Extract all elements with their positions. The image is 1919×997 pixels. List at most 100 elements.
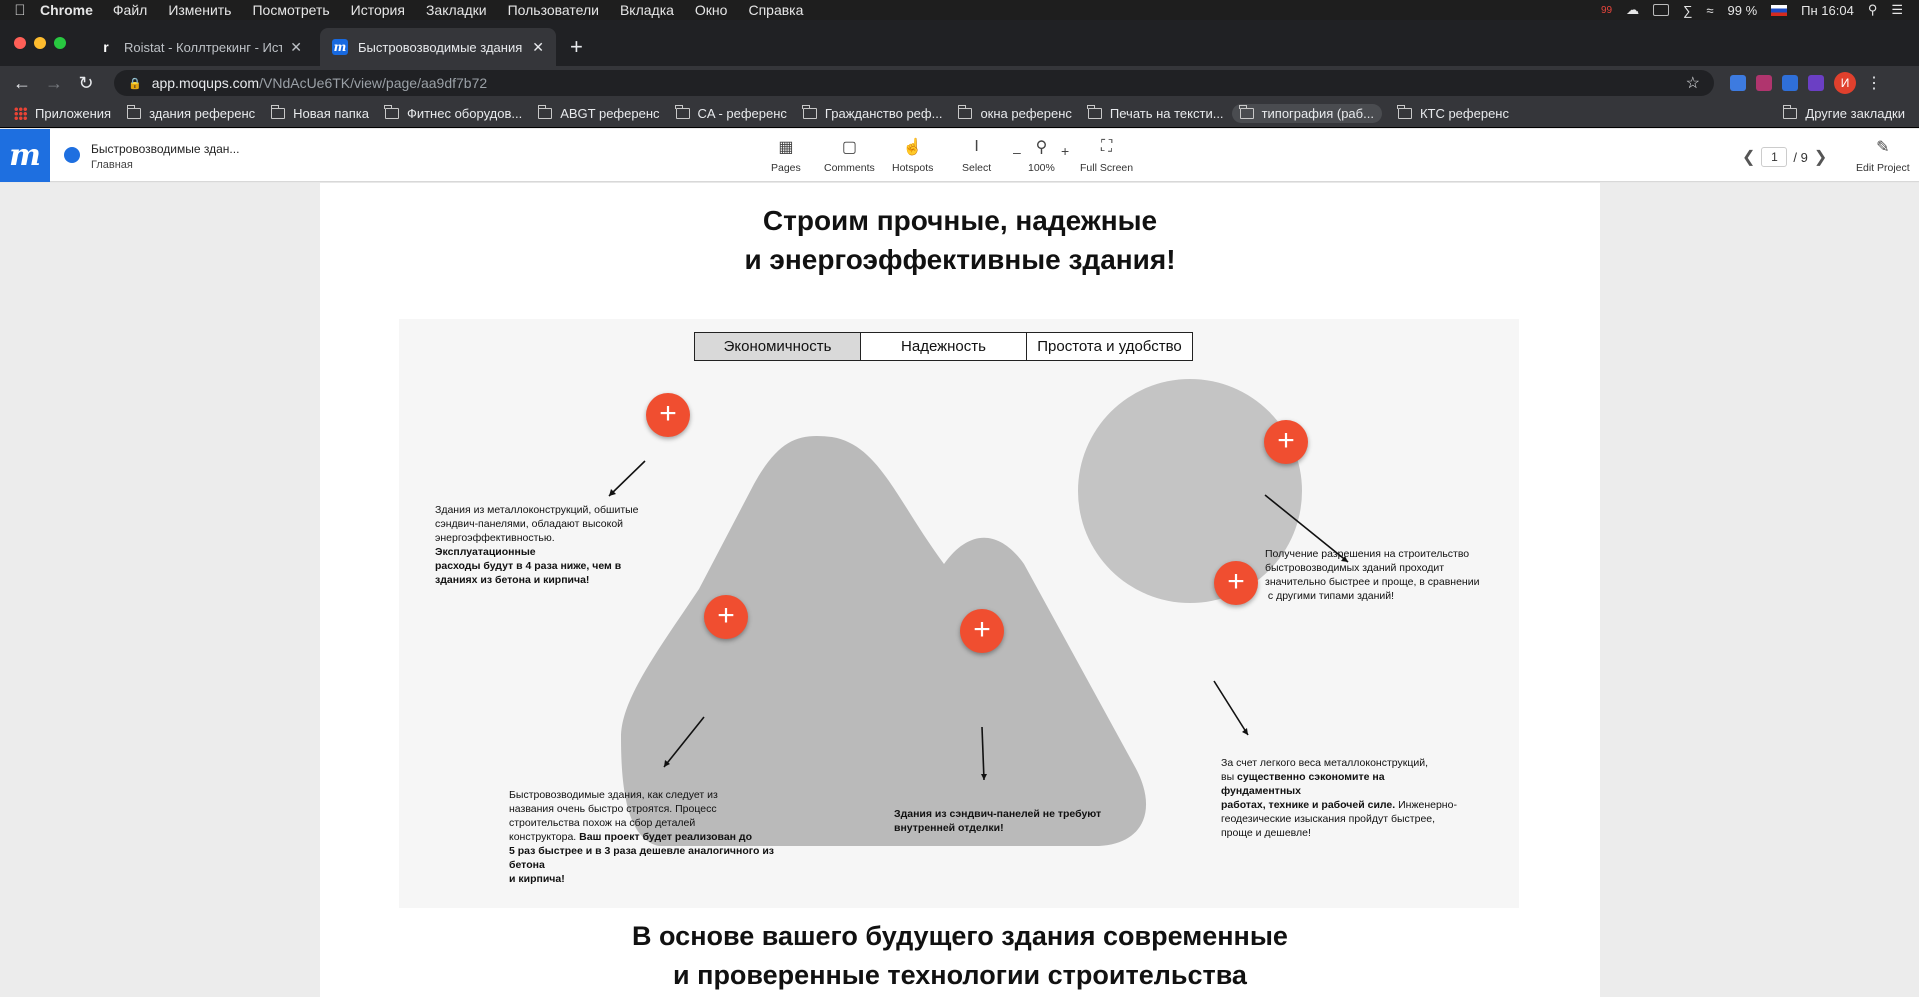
fullscreen-button[interactable]: ⛶ Full Screen <box>1080 137 1133 174</box>
other-bookmarks[interactable]: Другие закладки <box>1782 105 1905 121</box>
menu-history[interactable]: История <box>351 2 405 18</box>
tab-roistat[interactable]: r Roistat - Коллтрекинг - Истор ✕ <box>86 28 314 66</box>
moqups-favicon-icon: m <box>332 39 348 55</box>
roistat-favicon-icon: r <box>103 39 109 55</box>
hotspot-plus-button[interactable]: + <box>1264 420 1308 464</box>
text-line: зданиях из бетона и кирпича! <box>435 574 590 586</box>
feature-text-energy: Здания из металлоконструкций, обшитые сэ… <box>435 503 655 587</box>
extension-grid-icon[interactable] <box>1730 75 1746 91</box>
close-window-icon[interactable] <box>14 37 26 49</box>
zoom-control[interactable]: ⚲ 100% <box>1028 137 1055 174</box>
next-page-icon[interactable]: ❯ <box>1814 147 1827 167</box>
folder-icon <box>957 105 973 119</box>
bookmark-folder[interactable]: ABGT референс <box>537 105 660 121</box>
notification-icon[interactable]: 99 <box>1601 5 1612 16</box>
hotspot-plus-button[interactable]: + <box>646 393 690 437</box>
url-path: /VNdAcUe6TK/view/page/aa9df7b72 <box>259 75 488 91</box>
bookmark-label: ABGT референс <box>560 106 660 121</box>
bookmark-folder[interactable]: типография (раб... <box>1231 104 1382 123</box>
moqups-logo-icon[interactable]: m <box>0 129 50 182</box>
back-icon[interactable]: ← <box>6 73 38 94</box>
text-bold: работах, технике и рабочей силе. <box>1221 799 1396 811</box>
bluetooth-icon[interactable]: ∑ <box>1683 3 1692 18</box>
menu-edit[interactable]: Изменить <box>168 2 231 18</box>
text-line: с другими типами зданий! <box>1265 590 1395 602</box>
zoom-window-icon[interactable] <box>54 37 66 49</box>
menu-window[interactable]: Окно <box>695 2 728 18</box>
bookmark-folder[interactable]: CA - референс <box>675 105 787 121</box>
chrome-menu-icon[interactable]: ⋮ <box>1866 73 1882 93</box>
apple-icon[interactable]:  <box>0 2 40 19</box>
menu-help[interactable]: Справка <box>748 2 803 18</box>
bookmark-folder[interactable]: здания референс <box>126 105 255 121</box>
lock-icon[interactable]: 🔒 <box>128 77 142 90</box>
bookmark-folder[interactable]: КТС референс <box>1397 105 1509 121</box>
clock-label[interactable]: Пн 16:04 <box>1801 3 1854 18</box>
tab-moqups[interactable]: m Быстровозводимые здания (f ✕ <box>320 28 556 66</box>
chrome-tab-strip: r Roistat - Коллтрекинг - Истор ✕ m Быст… <box>0 20 1919 66</box>
mountain-shape <box>621 435 1147 846</box>
airplay-icon[interactable] <box>1653 4 1670 16</box>
close-tab-icon[interactable]: ✕ <box>532 39 544 56</box>
bookmark-folder[interactable]: Печать на тексти... <box>1087 105 1224 121</box>
preview-canvas[interactable]: Строим прочные, надежные и энергоэффекти… <box>0 183 1919 997</box>
menu-bookmarks[interactable]: Закладки <box>426 2 487 18</box>
tab-reliability[interactable]: Надежность <box>860 332 1027 361</box>
folder-icon <box>384 105 399 119</box>
tab-simplicity[interactable]: Простота и удобство <box>1026 332 1193 361</box>
profile-avatar[interactable]: И <box>1834 72 1856 94</box>
zoom-out-icon[interactable]: – <box>1013 144 1021 160</box>
select-button[interactable]: I Select <box>962 137 991 174</box>
menu-tab[interactable]: Вкладка <box>620 2 674 18</box>
edit-project-button[interactable]: ✎ Edit Project <box>1856 137 1910 174</box>
comments-button[interactable]: ▢ Comments <box>824 137 875 174</box>
hotspot-plus-button[interactable]: + <box>1214 561 1258 605</box>
bookmark-folder[interactable]: Фитнес оборудов... <box>384 105 522 121</box>
forward-icon[interactable]: → <box>38 73 70 94</box>
input-source-flag-icon[interactable] <box>1771 4 1788 16</box>
close-tab-icon[interactable]: ✕ <box>290 39 302 56</box>
public-globe-icon[interactable] <box>64 147 80 163</box>
pages-button[interactable]: ▦ Pages <box>771 137 801 174</box>
menu-view[interactable]: Посмотреть <box>252 2 329 18</box>
menu-app-name[interactable]: Chrome <box>40 2 93 18</box>
bookmark-folder[interactable]: Новая папка <box>270 105 369 121</box>
bookmark-label: Приложения <box>35 106 112 121</box>
url-host: app.moqups.com <box>151 75 260 91</box>
hotspot-plus-button[interactable]: + <box>704 595 748 639</box>
tab-economy[interactable]: Экономичность <box>694 332 861 361</box>
text-line: сэндвич-панелями, обладают высокой <box>435 518 624 530</box>
battery-label[interactable]: 99 % <box>1728 3 1758 18</box>
bookmark-star-icon[interactable]: ☆ <box>1686 73 1700 93</box>
spotlight-search-icon[interactable]: ⚲ <box>1868 2 1878 18</box>
bookmark-label: типография (раб... <box>1261 106 1374 121</box>
hotspot-plus-button[interactable]: + <box>960 609 1004 653</box>
page-number-input[interactable]: 1 <box>1761 147 1788 167</box>
hotspots-button[interactable]: ☝ Hotspots <box>892 137 933 174</box>
zoom-in-icon[interactable]: + <box>1061 143 1069 159</box>
minimize-window-icon[interactable] <box>34 37 46 49</box>
control-center-icon[interactable]: ☰ <box>1891 2 1903 18</box>
window-controls <box>14 37 66 49</box>
folder-icon <box>1397 105 1412 119</box>
menu-file[interactable]: Файл <box>113 2 147 18</box>
prev-page-icon[interactable]: ❮ <box>1742 147 1755 167</box>
text-line: геодезические изыскания пройдут быстрее, <box>1221 813 1436 825</box>
wifi-icon[interactable]: ≈ <box>1706 3 1713 18</box>
extension-s-icon[interactable] <box>1808 75 1824 91</box>
cloud-icon[interactable]: ☁ <box>1626 2 1639 18</box>
reload-icon[interactable]: ↻ <box>70 73 102 94</box>
menu-users[interactable]: Пользователи <box>508 2 599 18</box>
text-line: За счет легкого веса металлоконструкций, <box>1221 757 1429 769</box>
address-bar[interactable]: 🔒 app.moqups.com /VNdAcUe6TK/view/page/a… <box>114 70 1714 96</box>
bookmark-folder[interactable]: Гражданство реф... <box>802 105 942 121</box>
bookmark-apps[interactable]: Приложения <box>14 106 111 121</box>
new-tab-icon[interactable]: + <box>570 34 583 60</box>
extension-w-icon[interactable] <box>1756 75 1772 91</box>
folder-icon <box>537 105 553 119</box>
feature-text-permit: Получение разрешения на строительство бы… <box>1265 547 1485 603</box>
extension-translate-icon[interactable] <box>1782 75 1798 91</box>
text-line: внутренней отделки! <box>894 822 1004 834</box>
bookmark-folder[interactable]: окна референс <box>957 105 1072 121</box>
tool-label: Comments <box>824 162 875 174</box>
